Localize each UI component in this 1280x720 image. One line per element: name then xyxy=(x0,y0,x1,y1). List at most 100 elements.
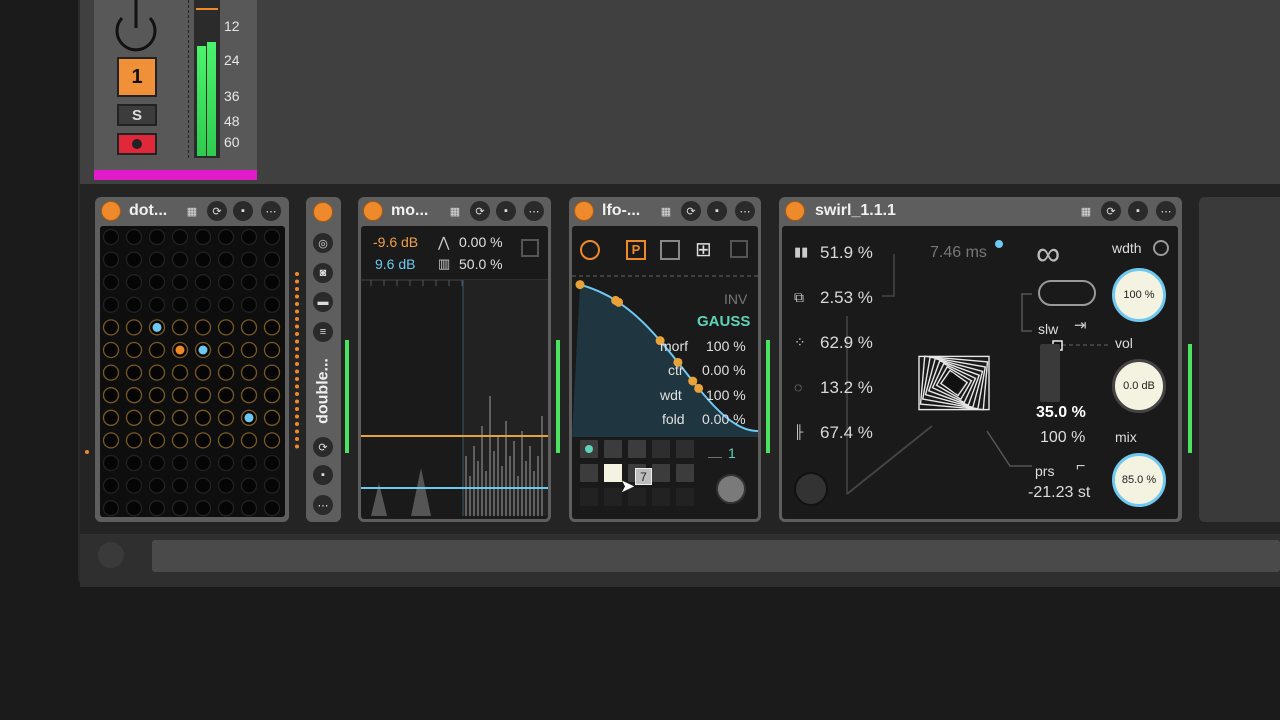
fader-track[interactable] xyxy=(186,0,189,158)
chain-dot xyxy=(295,354,299,359)
swirl-value[interactable]: 2.53 % xyxy=(820,288,873,308)
rate-knob[interactable] xyxy=(716,474,746,504)
save-icon[interactable]: ▪ xyxy=(707,201,727,221)
device-on-button[interactable] xyxy=(313,202,333,222)
device-header: mo... ▦ ⟳ ▪ ⋯ xyxy=(358,197,551,224)
more-icon[interactable]: ⋯ xyxy=(524,201,544,221)
loop-icon[interactable] xyxy=(1038,280,1096,306)
device-double: ◎ ◙ ▬ ≡ double... ⟳ ▪ ⋯ xyxy=(306,197,341,522)
arm-button[interactable] xyxy=(117,133,157,155)
save-icon[interactable]: ▪ xyxy=(313,465,333,485)
pct-bottom-value[interactable]: 50.0 % xyxy=(459,256,503,272)
grid-dot xyxy=(240,500,258,517)
stereo-icon[interactable] xyxy=(1153,240,1169,256)
slw-slider[interactable] xyxy=(1040,344,1060,402)
refresh-icon[interactable]: ⟳ xyxy=(313,437,333,457)
infinity-icon[interactable]: ∞ xyxy=(1036,236,1060,272)
grid-dot xyxy=(171,274,189,291)
param-value[interactable]: 100 % xyxy=(706,387,746,403)
device-on-button[interactable] xyxy=(574,200,594,221)
track-activator-button[interactable]: 1 xyxy=(117,57,157,97)
gain-pos-value[interactable]: 9.6 dB xyxy=(375,256,415,272)
param-value[interactable]: 100 % xyxy=(706,338,746,354)
grid-dot xyxy=(194,387,212,404)
param-label: wdt xyxy=(660,387,682,403)
freeze-button[interactable] xyxy=(794,472,828,506)
grid-dot xyxy=(240,251,258,268)
refresh-icon[interactable]: ⟳ xyxy=(1101,201,1121,221)
more-icon[interactable]: ⋯ xyxy=(261,201,281,221)
info-icon[interactable] xyxy=(98,542,124,568)
grid-dot xyxy=(217,409,235,426)
swirl-value[interactable]: 13.2 % xyxy=(820,378,873,398)
grid-dot xyxy=(171,364,189,381)
calendar-icon[interactable]: ▦ xyxy=(182,201,202,221)
save-icon[interactable]: ▪ xyxy=(1128,201,1148,221)
more-icon[interactable]: ⋯ xyxy=(1156,201,1176,221)
device-on-button[interactable] xyxy=(101,200,121,221)
gauss-label[interactable]: GAUSS xyxy=(697,313,750,330)
inv-label[interactable]: INV xyxy=(724,291,747,307)
calendar-icon[interactable]: ▦ xyxy=(1076,201,1096,221)
grid-dot xyxy=(263,364,281,381)
mod-scope[interactable] xyxy=(361,278,548,518)
refresh-icon[interactable]: ⟳ xyxy=(681,201,701,221)
more-icon[interactable]: ⋯ xyxy=(735,201,755,221)
swirl-value[interactable]: 62.9 % xyxy=(820,333,873,353)
param-label: ctr xyxy=(668,362,684,378)
grid-dot xyxy=(125,409,143,426)
slw-sub-value[interactable]: 100 % xyxy=(1040,429,1085,447)
device-on-button[interactable] xyxy=(363,200,383,221)
stairs-icon[interactable]: ⌐ xyxy=(1076,458,1085,476)
scatter-icon: ⁘ xyxy=(794,334,806,350)
grid-dot xyxy=(102,251,120,268)
copy-icon[interactable] xyxy=(730,240,748,258)
mix-knob[interactable]: 85.0 % xyxy=(1112,453,1166,507)
swirl-value[interactable]: 51.9 % xyxy=(820,243,873,263)
time-value[interactable]: 7.46 ms xyxy=(930,244,987,262)
clock-icon[interactable] xyxy=(580,240,600,260)
camera-icon[interactable]: ◙ xyxy=(313,263,333,283)
vol-knob[interactable]: 0.0 dB xyxy=(1112,359,1166,413)
grid-dot xyxy=(263,251,281,268)
solo-button[interactable]: S xyxy=(117,104,157,126)
save-icon[interactable]: ▪ xyxy=(233,201,253,221)
gain-neg-value[interactable]: -9.6 dB xyxy=(373,234,418,250)
pan-knob[interactable] xyxy=(112,0,160,54)
ping-icon[interactable]: ◎ xyxy=(313,233,333,253)
param-value[interactable]: 0.00 % xyxy=(702,411,746,427)
chain-dot xyxy=(295,317,299,321)
grid-dot xyxy=(263,274,281,291)
step-value[interactable]: 1 xyxy=(728,445,736,461)
grid-dot xyxy=(171,296,189,313)
arrow-bar-icon[interactable]: ⇥ xyxy=(1074,316,1087,334)
device-on-button[interactable] xyxy=(785,200,805,221)
grid-dot xyxy=(148,500,166,517)
calendar-icon[interactable]: ▦ xyxy=(445,201,465,221)
vol-label: vol xyxy=(1115,335,1133,351)
p-mode-icon[interactable]: P xyxy=(626,240,646,260)
save-icon[interactable]: ▪ xyxy=(496,201,516,221)
pct-top-value[interactable]: 0.00 % xyxy=(459,234,503,250)
grid-icon[interactable]: ⊞ xyxy=(695,240,712,260)
step-pad xyxy=(628,440,646,458)
copy-icon[interactable] xyxy=(521,239,539,257)
swirl-value[interactable]: 67.4 % xyxy=(820,423,873,443)
chain-dot xyxy=(295,332,299,336)
selected-pad[interactable]: 7 xyxy=(635,468,652,485)
prs-value[interactable]: -21.23 st xyxy=(1028,484,1090,502)
chain-dot xyxy=(295,287,299,291)
refresh-icon[interactable]: ⟳ xyxy=(207,201,227,221)
more-icon[interactable]: ⋯ xyxy=(313,495,333,515)
slw-value[interactable]: 35.0 % xyxy=(1036,404,1086,422)
drop-area[interactable] xyxy=(1199,197,1280,522)
minus-icon[interactable]: ▬ xyxy=(313,292,333,312)
wdth-knob[interactable]: 100 % xyxy=(1112,268,1166,322)
db-label: 24 xyxy=(224,52,240,68)
param-value[interactable]: 0.00 % xyxy=(702,362,746,378)
dot-grid[interactable] xyxy=(100,226,285,517)
refresh-icon[interactable]: ⟳ xyxy=(470,201,490,221)
calendar-icon[interactable]: ▦ xyxy=(656,201,676,221)
wave-icon[interactable] xyxy=(660,240,680,260)
grid-dot xyxy=(240,432,258,449)
